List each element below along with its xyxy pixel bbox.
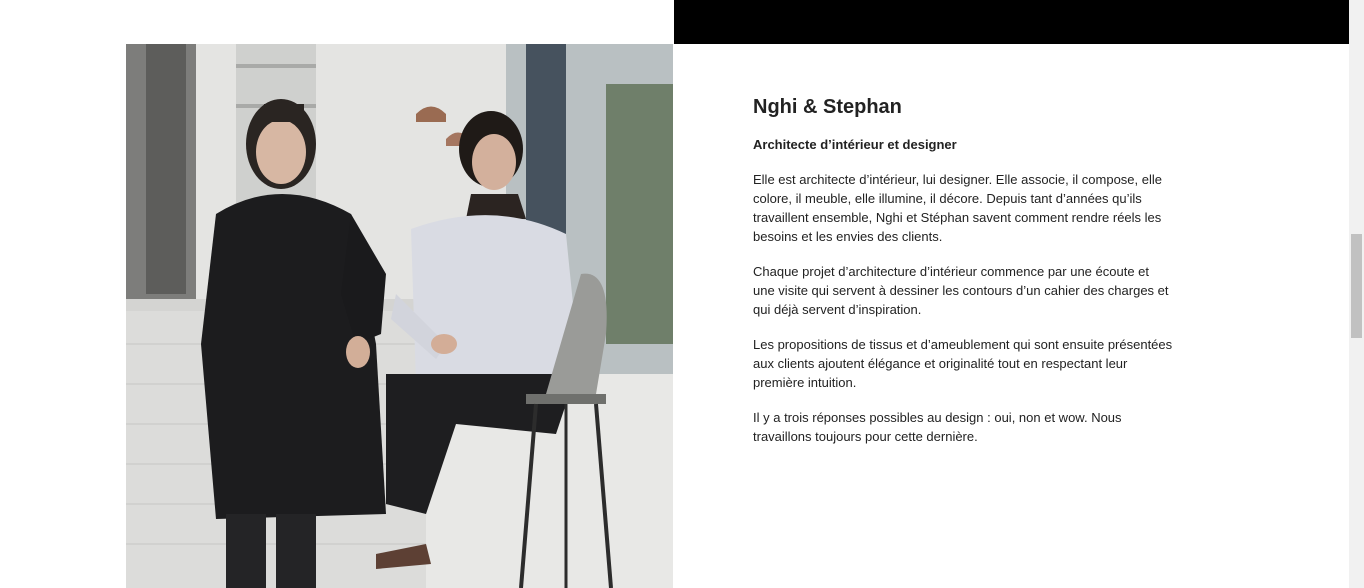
profile-paragraph: Chaque projet d’architecture d’intérieur…: [753, 264, 1169, 317]
profile-paragraph: Les propositions de tissus et d’ameublem…: [753, 337, 1173, 390]
profile-paragraph: Il y a trois réponses possibles au desig…: [753, 410, 1122, 444]
portrait-photo: [126, 44, 673, 588]
profile-role: Architecte d’intérieur et designer: [753, 137, 957, 152]
profile-section: Nghi & Stephan Architecte d’intérieur et…: [753, 95, 1173, 446]
vertical-scrollbar[interactable]: [1349, 0, 1364, 588]
profile-paragraph: Elle est architecte d’intérieur, lui des…: [753, 172, 1162, 244]
header-band: [674, 0, 1349, 44]
scrollbar-thumb[interactable]: [1351, 234, 1362, 338]
page: Nghi & Stephan Architecte d’intérieur et…: [0, 0, 1364, 588]
profile-name: Nghi & Stephan: [753, 96, 902, 118]
